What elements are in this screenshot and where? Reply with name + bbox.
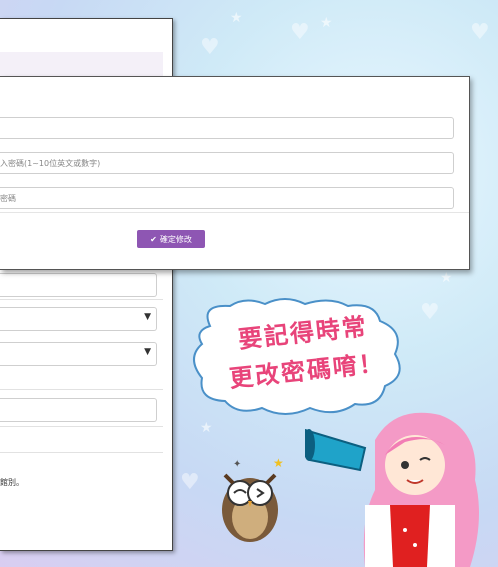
background-select-1[interactable]: ▼: [0, 307, 157, 331]
background-text-field-2[interactable]: [0, 398, 157, 422]
change-password-modal: ✔ 確定修改: [0, 76, 470, 270]
confirm-change-label: 確定修改: [159, 234, 192, 244]
caret-down-icon: ▼: [144, 347, 151, 357]
girl-megaphone-illustration: [305, 412, 479, 567]
check-icon: ✔: [150, 234, 157, 244]
old-password-field[interactable]: [0, 117, 454, 139]
svg-text:✦: ✦: [233, 459, 241, 470]
modal-footer-divider: [0, 212, 469, 213]
divider: [0, 452, 163, 453]
background-text-field[interactable]: [0, 273, 157, 297]
confirm-password-field[interactable]: [0, 187, 454, 209]
divider: [0, 299, 163, 300]
branch-note: 館別。: [0, 478, 24, 487]
divider: [0, 389, 163, 390]
caret-down-icon: ▼: [144, 312, 151, 322]
new-password-field[interactable]: [0, 152, 454, 174]
divider: [0, 426, 163, 427]
background-select-2[interactable]: ▼: [0, 342, 157, 366]
confirm-change-button[interactable]: ✔ 確定修改: [137, 230, 205, 248]
svg-text:★: ★: [273, 456, 284, 470]
owl-illustration: ★ ✦: [222, 456, 284, 542]
